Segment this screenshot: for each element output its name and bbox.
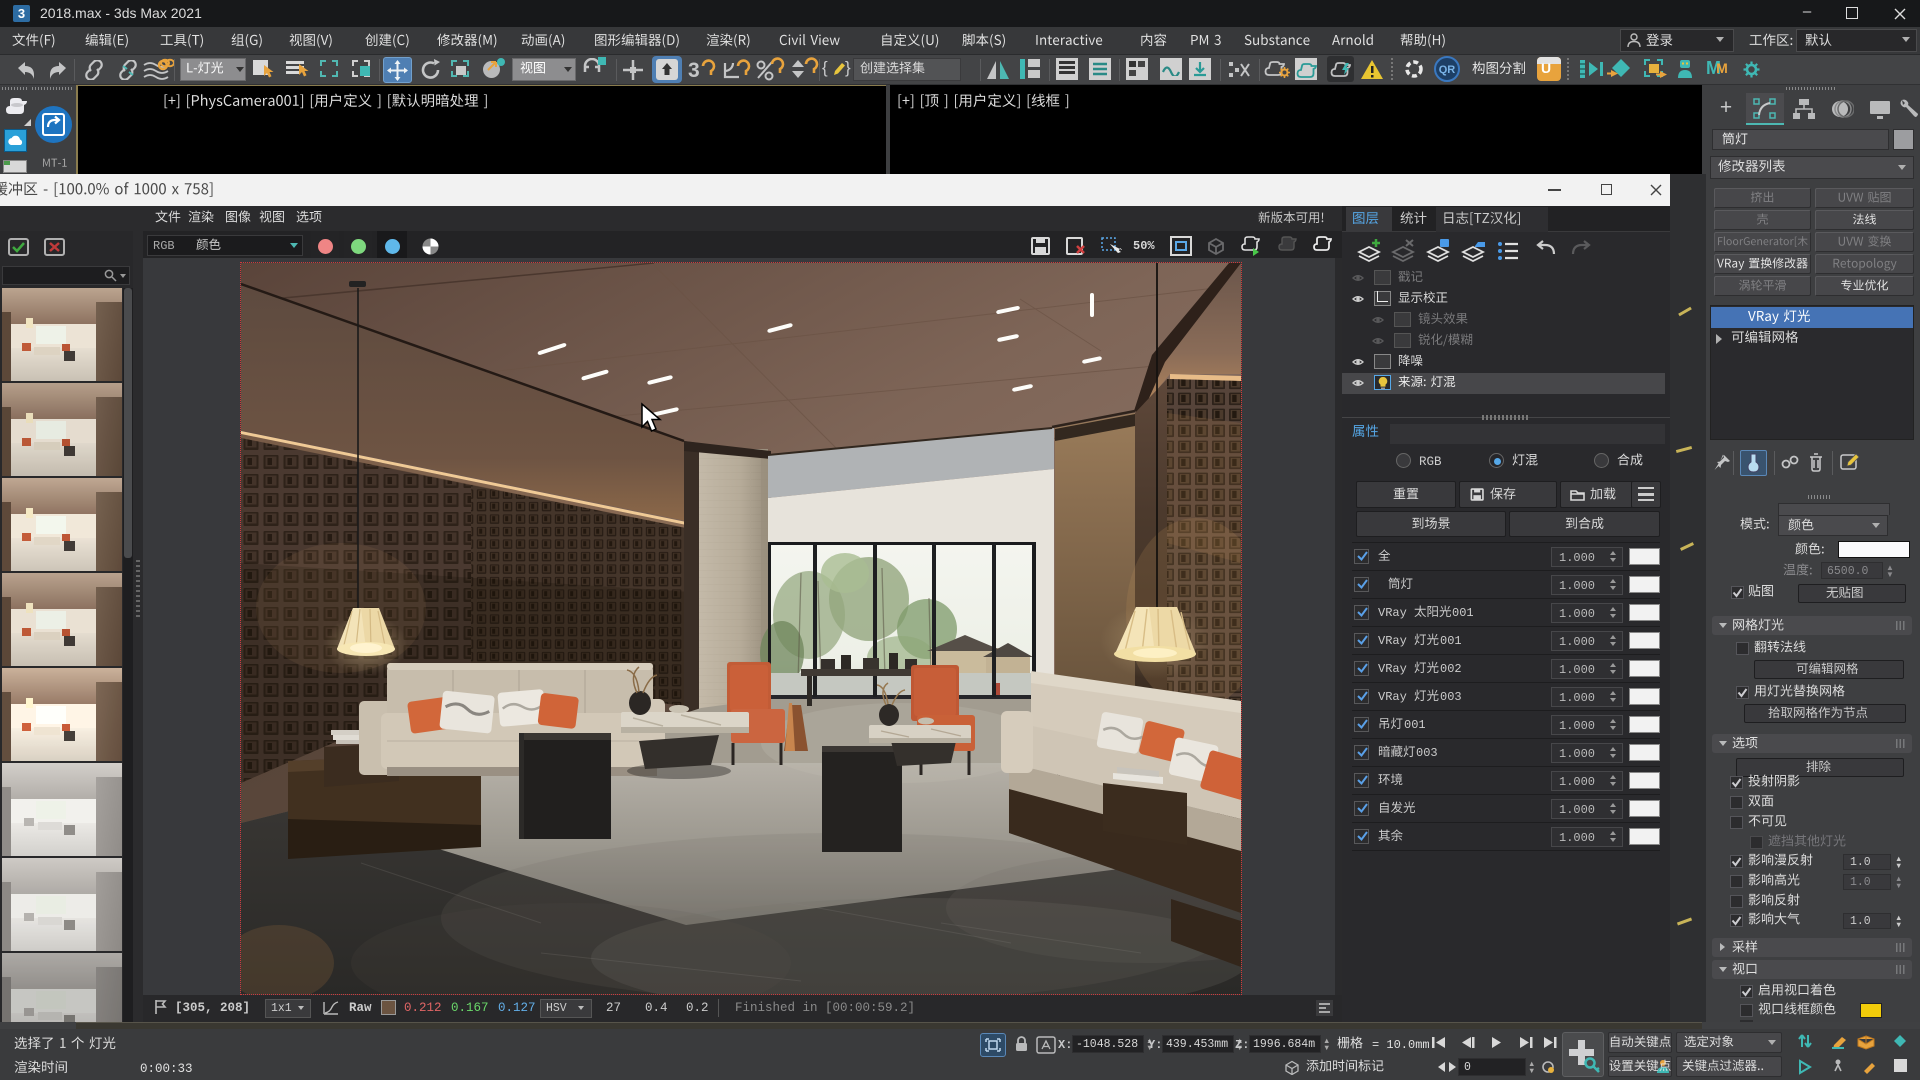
- svg-text:3: 3: [688, 59, 700, 82]
